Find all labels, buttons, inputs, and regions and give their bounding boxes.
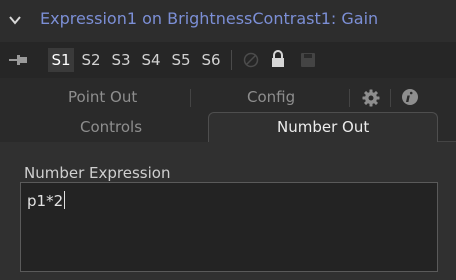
- expression-text[interactable]: p1*2: [27, 191, 66, 210]
- tab-controls[interactable]: Controls: [0, 112, 208, 143]
- save-icon[interactable]: [300, 52, 316, 68]
- window-titlebar: Expression1 on BrightnessContrast1: Gain: [0, 0, 456, 42]
- number-expression-label: Number Expression: [24, 164, 171, 182]
- slot-s2[interactable]: S2: [78, 48, 104, 72]
- tab-number-out[interactable]: Number Out: [208, 112, 438, 142]
- tab-row-top: Point Out Config: [0, 82, 456, 112]
- slot-s4[interactable]: S4: [138, 48, 164, 72]
- slot-s6[interactable]: S6: [198, 48, 224, 72]
- pin-icon[interactable]: [9, 52, 29, 68]
- slot-s1[interactable]: S1: [48, 48, 74, 72]
- tab-point-out[interactable]: Point Out: [68, 88, 137, 106]
- tab-number-out-label: Number Out: [277, 118, 370, 136]
- tab-controls-label: Controls: [80, 118, 143, 136]
- gear-icon[interactable]: [362, 89, 380, 107]
- slot-s5[interactable]: S5: [168, 48, 194, 72]
- number-expression-input[interactable]: p1*2: [20, 182, 438, 272]
- info-icon[interactable]: [401, 88, 419, 106]
- tab-row-bottom: Controls Number Out: [0, 112, 456, 143]
- tab-divider: [190, 89, 191, 107]
- tab-divider: [390, 89, 391, 107]
- window-title: Expression1 on BrightnessContrast1: Gain: [40, 9, 379, 28]
- number-out-panel: Number Expression p1*2: [0, 142, 456, 280]
- lock-icon[interactable]: [270, 50, 286, 68]
- toolbar-divider: [231, 50, 232, 70]
- tab-config[interactable]: Config: [247, 88, 295, 106]
- no-entry-icon[interactable]: [243, 52, 259, 68]
- expression-value: p1*2: [27, 192, 64, 210]
- slot-s3[interactable]: S3: [108, 48, 134, 72]
- chevron-down-icon[interactable]: [8, 13, 22, 27]
- tab-divider: [349, 89, 350, 107]
- toolbar: S1 S2 S3 S4 S5 S6: [0, 42, 456, 78]
- text-caret: [64, 191, 66, 209]
